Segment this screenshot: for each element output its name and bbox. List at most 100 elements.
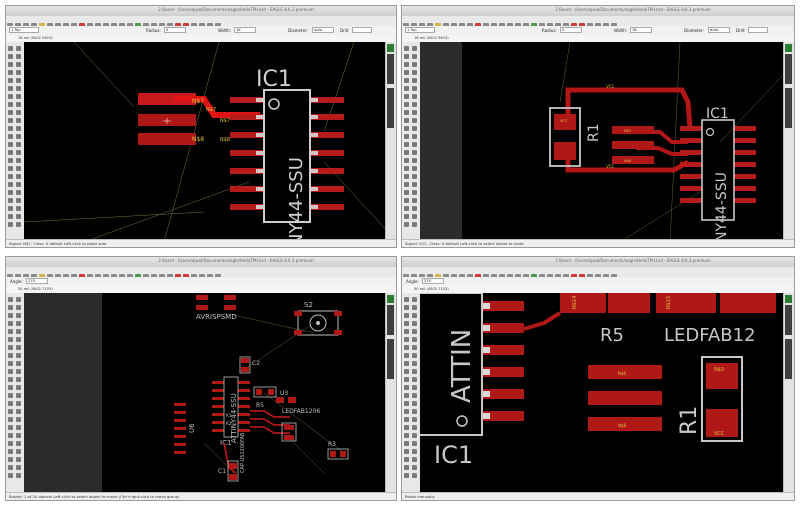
board-canvas[interactable]: R1 VCC VCC N$5 N$6 VCC IC1 NY44-SSU xyxy=(420,42,784,240)
led-pad-a[interactable] xyxy=(656,293,716,313)
status-bar: Rotate: 1 of 20 objects Left-click to se… xyxy=(6,492,396,500)
left-toolbox[interactable] xyxy=(6,293,25,493)
window-title: 2 Board - /Users/ajwal/Documents/eagle/H… xyxy=(158,7,314,12)
drill-input[interactable] xyxy=(352,27,372,33)
net-label: VCC xyxy=(606,84,615,89)
net-label: VCC xyxy=(560,119,568,123)
right-panel[interactable] xyxy=(385,293,396,493)
airwires xyxy=(24,42,386,240)
pad-middle[interactable] xyxy=(612,141,654,149)
drill-input[interactable] xyxy=(748,27,768,33)
diameter-input[interactable]: auto xyxy=(708,27,730,33)
window-title: 2 Board - /Users/ajwal/Documents/eagle/H… xyxy=(555,258,711,263)
eagle-window-2: 2 Board - /Users/ajwal/Documents/eagle/H… xyxy=(401,5,795,248)
r1-label: R1 xyxy=(586,123,602,142)
radius-input[interactable]: 0 xyxy=(164,27,186,33)
r5-pad-a[interactable] xyxy=(560,293,606,313)
eagle-window-3: 2 Board - /Users/ajwal/Documents/eagle/H… xyxy=(5,256,397,501)
net-label: N$7 xyxy=(192,98,204,105)
net-label: N$8 xyxy=(220,137,230,143)
pad-n5[interactable] xyxy=(612,126,654,134)
led-label: LEDFAB1206 xyxy=(282,408,320,415)
c1-label: C1 xyxy=(218,468,226,475)
status-text: Signal: N$7, Class: 0 default Left-click… xyxy=(9,241,107,246)
right-panel[interactable] xyxy=(783,293,794,493)
radius-label: Radius: xyxy=(146,28,161,33)
net-label: VCC xyxy=(606,164,615,169)
u6-pads[interactable] xyxy=(174,403,186,454)
angle-input[interactable]: 270 xyxy=(422,278,444,284)
r5-pad-b[interactable] xyxy=(608,293,650,313)
ic1-pads-right[interactable] xyxy=(734,126,756,203)
status-text: Rotate: 1 of 20 objects Left-click to se… xyxy=(9,494,180,499)
diameter-label: Diameter: xyxy=(288,28,308,33)
cap-label: CAP-US1206FAB xyxy=(240,432,246,473)
ic1-body-label: ATTINY44-SSU xyxy=(230,393,238,443)
layer-select[interactable]: 1 Top xyxy=(405,27,435,33)
window-title: 2 Board - /Users/ajwal/Documents/eagle/H… xyxy=(555,7,711,12)
width-label: Width: xyxy=(614,28,627,33)
width-label: Width: xyxy=(218,28,231,33)
drill-label: Drill: xyxy=(736,28,746,33)
left-toolbox[interactable] xyxy=(402,293,421,493)
net-label: N$6 xyxy=(624,159,631,163)
r2-label: R2 xyxy=(226,421,232,426)
radius-input[interactable]: 0 xyxy=(560,27,582,33)
ic1-label: IC1 xyxy=(706,106,729,122)
diameter-input[interactable]: auto xyxy=(312,27,334,33)
ic1-body-label: ATTIN xyxy=(447,329,477,403)
led-pad-b[interactable] xyxy=(720,293,776,313)
left-toolbox[interactable] xyxy=(402,42,421,240)
pad-n6[interactable] xyxy=(612,156,654,164)
pin1-marker xyxy=(268,98,280,110)
board-canvas[interactable]: N$7 N$7 N$8 N$7 N$8 IC1 NY44-SSU xyxy=(24,42,386,240)
status-text: Signal: VCC, Class: 0 default Left-click… xyxy=(405,241,524,246)
window-title: 2 Board - /Users/ajwal/Documents/eagle/H… xyxy=(158,258,314,263)
c2-label: C2 xyxy=(252,360,260,367)
status-text: Route manually xyxy=(405,494,435,499)
r3-label: R3 xyxy=(328,441,336,448)
angle-input[interactable]: 270 xyxy=(26,278,48,284)
net-label: VCC xyxy=(714,431,725,437)
layer-select[interactable]: 1 Top xyxy=(9,27,39,33)
board-canvas[interactable]: ATTIN IC1 N$14 N$15 R5 LEDFAB12 N$6 N$8 … xyxy=(420,293,784,493)
s2-label: S2 xyxy=(304,301,313,309)
coordinate-readout: 16 mil (0002 5623) xyxy=(414,36,449,40)
pad-middle[interactable] xyxy=(588,391,662,405)
ic1-label: IC1 xyxy=(220,439,231,447)
status-bar: Signal: VCC, Class: 0 default Left-click… xyxy=(402,239,794,247)
u3-label: U3 xyxy=(280,390,288,397)
board-drawing: AVRISPSMD S2 ATTINY44-SSU IC1 R5 U3 LEDF… xyxy=(24,293,349,493)
net-label: N$14 xyxy=(572,296,578,309)
net-label: N$7 xyxy=(220,118,230,124)
net-label: N$15 xyxy=(666,296,672,309)
coordinate-readout: 50 mil (0002 7103) xyxy=(18,287,53,291)
ic1-label: IC1 xyxy=(434,441,473,469)
status-bar: Signal: N$7, Class: 0 default Left-click… xyxy=(6,239,396,247)
pin1-marker xyxy=(456,415,468,427)
net-label: N$6 xyxy=(618,371,627,376)
route-trace[interactable] xyxy=(523,311,562,331)
eagle-window-1: 2 Board - /Users/ajwal/Documents/eagle/H… xyxy=(5,5,397,248)
board-canvas[interactable]: AVRISPSMD S2 ATTINY44-SSU IC1 R5 U3 LEDF… xyxy=(24,293,386,493)
ic1-label: IC1 xyxy=(256,67,292,92)
width-input[interactable]: 16 xyxy=(630,27,652,33)
board-drawing: R1 VCC VCC N$5 N$6 VCC IC1 NY44-SSU xyxy=(420,42,784,240)
coordinate-readout: 16 mil (0002 5623) xyxy=(18,36,53,40)
board-edge-region xyxy=(420,42,462,240)
width-input[interactable]: 16 xyxy=(234,27,256,33)
ic1-pads[interactable] xyxy=(482,301,524,421)
left-toolbox[interactable] xyxy=(6,42,25,240)
right-panel[interactable] xyxy=(783,42,794,240)
r1-label: R1 xyxy=(226,413,232,418)
ic1-pads-left[interactable] xyxy=(680,126,702,203)
trace-vcc[interactable] xyxy=(565,87,693,129)
ic1-body-label: NY44-SSU xyxy=(286,157,307,240)
r1-pad-bottom[interactable] xyxy=(554,142,576,160)
board-drawing: N$7 N$7 N$8 N$7 N$8 IC1 NY44-SSU xyxy=(24,42,386,240)
right-panel[interactable] xyxy=(385,42,396,240)
board-edge-region xyxy=(24,293,102,493)
avrispsmd-pads[interactable] xyxy=(196,295,236,310)
pad-n8[interactable] xyxy=(138,133,196,145)
r5-label: R5 xyxy=(256,402,264,409)
